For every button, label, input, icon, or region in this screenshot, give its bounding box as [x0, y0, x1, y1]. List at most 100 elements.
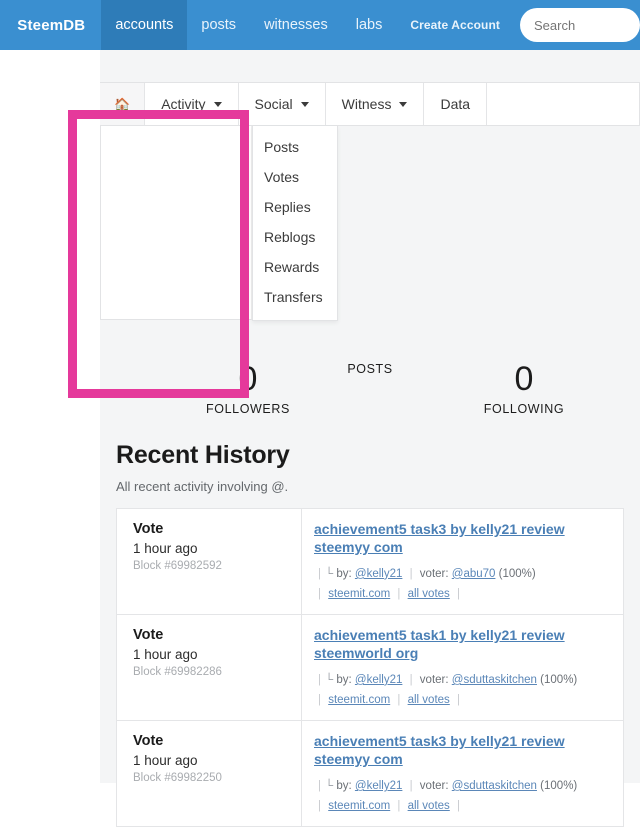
source-link[interactable]: steemit.com	[328, 694, 390, 706]
dropdown-item-rewards[interactable]: Rewards	[253, 252, 337, 282]
author-link[interactable]: @kelly21	[355, 780, 402, 792]
tab-activity-label: Activity	[161, 96, 206, 112]
source-link[interactable]: steemit.com	[328, 800, 390, 812]
meta-divider: |	[397, 800, 401, 813]
history-row-detail: achievement5 task3 by kelly21 review ste…	[302, 721, 623, 826]
navbar-search-container	[520, 0, 640, 50]
chevron-down-icon	[399, 101, 408, 107]
page-subtitle: All recent activity involving @.	[116, 478, 289, 494]
vote-weight: (100%)	[540, 779, 578, 792]
dropdown-item-replies[interactable]: Replies	[253, 192, 337, 222]
voter-link[interactable]: @sduttaskitchen	[452, 674, 537, 686]
dropdown-item-transfers[interactable]: Transfers	[253, 282, 337, 312]
all-votes-link[interactable]: all votes	[408, 694, 450, 706]
chevron-down-icon	[213, 101, 222, 107]
stat-posts-label: POSTS	[347, 362, 393, 376]
history-row-meta-line: | └ by: @kelly21 | voter: @abu70 (100%) |…	[314, 564, 613, 604]
all-votes-link[interactable]: all votes	[408, 588, 450, 600]
voter-label: voter:	[419, 779, 449, 792]
voter-label: voter:	[419, 673, 449, 686]
history-row-post-link[interactable]: achievement5 task1 by kelly21 review ste…	[314, 627, 613, 663]
table-row: Vote 1 hour ago Block #69982592 achievem…	[117, 509, 623, 616]
stat-following: 0 FOLLOWING	[474, 362, 574, 416]
voter-link[interactable]: @abu70	[452, 568, 496, 580]
meta-divider: |	[409, 567, 413, 580]
dropdown-item-posts[interactable]: Posts	[253, 132, 337, 162]
author-link[interactable]: @kelly21	[355, 568, 402, 580]
all-votes-link[interactable]: all votes	[408, 800, 450, 812]
nav-item-accounts[interactable]: accounts	[101, 0, 188, 50]
corner-icon: └	[325, 567, 334, 580]
nav-item-create-account[interactable]: Create Account	[396, 0, 514, 50]
history-row-detail: achievement5 task1 by kelly21 review ste…	[302, 615, 623, 720]
meta-divider: |	[409, 779, 413, 792]
history-row-meta: Vote 1 hour ago Block #69982592	[117, 509, 302, 615]
history-row-meta-line: | └ by: @kelly21 | voter: @sduttaskitchen…	[314, 670, 613, 710]
history-row-block: Block #69982250	[133, 772, 222, 785]
meta-divider: |	[318, 800, 321, 813]
brand-logo[interactable]: SteemDB	[1, 0, 101, 50]
history-table: Vote 1 hour ago Block #69982592 achievem…	[116, 508, 624, 827]
meta-divider: |	[397, 694, 401, 706]
history-row-detail: achievement5 task3 by kelly21 review ste…	[302, 509, 623, 614]
history-row-type: Vote	[133, 733, 164, 750]
voter-label: voter:	[419, 567, 449, 580]
history-row-time: 1 hour ago	[133, 647, 198, 663]
tab-activity[interactable]: Activity	[145, 83, 239, 125]
table-row: Vote 1 hour ago Block #69982286 achievem…	[117, 615, 623, 722]
stat-following-label: FOLLOWING	[483, 402, 565, 416]
profile-stats: 0 FOLLOWERS POSTS 0 FOLLOWING	[100, 352, 640, 442]
tab-social[interactable]: Social	[239, 83, 326, 125]
nav-item-witnesses[interactable]: witnesses	[250, 0, 342, 50]
meta-divider: |	[409, 673, 413, 686]
history-row-meta: Vote 1 hour ago Block #69982286	[117, 615, 302, 721]
tab-data-label: Data	[440, 96, 471, 112]
stat-posts: POSTS	[310, 362, 430, 376]
history-row-meta-line: | └ by: @kelly21 | voter: @sduttaskitchen…	[314, 776, 613, 816]
dropdown-item-reblogs[interactable]: Reblogs	[253, 222, 337, 252]
dropdown-item-votes[interactable]: Votes	[253, 162, 337, 192]
history-row-block: Block #69982592	[133, 560, 222, 572]
content-column: 🏠 Activity Social Witness Data Posts Vot…	[100, 50, 640, 827]
history-row-type: Vote	[133, 521, 164, 537]
stat-followers: 0 FOLLOWERS	[198, 362, 298, 416]
source-link[interactable]: steemit.com	[328, 588, 390, 600]
vote-weight: (100%)	[498, 567, 536, 580]
history-row-time: 1 hour ago	[133, 541, 198, 556]
vote-weight: (100%)	[540, 673, 578, 686]
history-row-block: Block #69982286	[133, 666, 222, 679]
history-row-post-link[interactable]: achievement5 task3 by kelly21 review ste…	[314, 521, 613, 557]
tab-data[interactable]: Data	[424, 83, 488, 125]
home-icon: 🏠	[114, 96, 131, 112]
meta-divider: |	[318, 694, 321, 706]
meta-divider: |	[318, 587, 321, 600]
author-link[interactable]: @kelly21	[355, 674, 402, 686]
meta-divider: |	[318, 673, 321, 686]
search-input[interactable]	[520, 8, 640, 42]
history-row-time: 1 hour ago	[133, 753, 198, 769]
meta-divider: |	[318, 567, 321, 580]
by-label: by:	[336, 673, 352, 686]
activity-dropdown-menu: Posts Votes Replies Reblogs Rewards Tran…	[252, 126, 338, 321]
history-row-post-link[interactable]: achievement5 task3 by kelly21 review ste…	[314, 733, 613, 769]
history-row-type: Vote	[133, 627, 164, 644]
voter-link[interactable]: @sduttaskitchen	[452, 780, 537, 792]
chevron-down-icon	[300, 101, 309, 107]
stat-followers-value: 0	[238, 360, 258, 398]
meta-divider: |	[457, 694, 460, 706]
dropdown-backing-panel	[100, 126, 252, 320]
nav-item-labs[interactable]: labs	[342, 0, 397, 50]
tab-home[interactable]: 🏠	[100, 83, 146, 125]
stat-followers-label: FOLLOWERS	[206, 402, 290, 416]
corner-icon: └	[325, 779, 334, 792]
corner-icon: └	[325, 673, 334, 686]
page-body: 🏠 Activity Social Witness Data Posts Vot…	[0, 50, 640, 827]
nav-item-posts[interactable]: posts	[187, 0, 250, 50]
recent-history-header: Recent History All recent activity invol…	[116, 441, 616, 494]
table-row: Vote 1 hour ago Block #69982250 achievem…	[117, 721, 623, 827]
meta-divider: |	[318, 779, 321, 792]
meta-divider: |	[397, 587, 401, 600]
tab-witness[interactable]: Witness	[326, 83, 425, 125]
history-row-meta: Vote 1 hour ago Block #69982250	[117, 721, 302, 827]
meta-divider: |	[457, 800, 460, 813]
